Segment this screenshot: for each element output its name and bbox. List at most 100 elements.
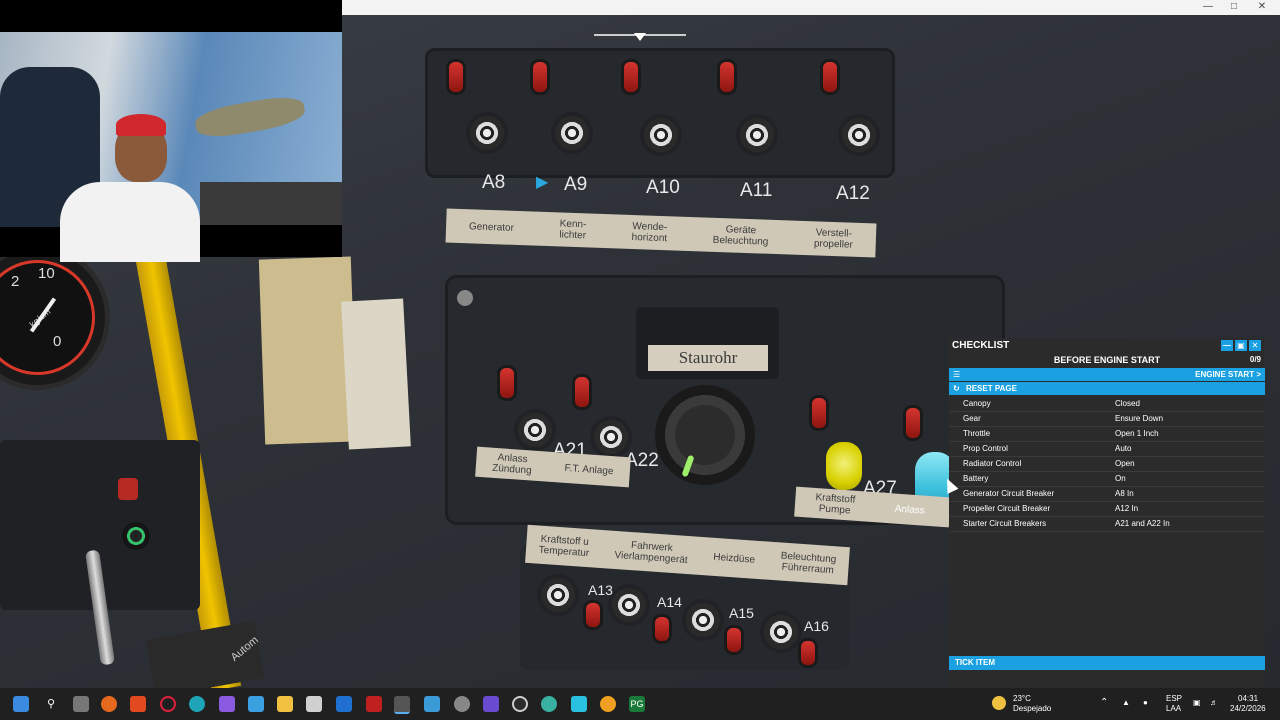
breaker-a9[interactable] — [555, 116, 589, 150]
tick-item-button[interactable]: TICK ITEM — [949, 656, 1265, 670]
photos-icon[interactable] — [248, 696, 264, 712]
volume-icon[interactable]: ♬ — [1210, 698, 1218, 708]
pg-icon[interactable]: PG — [629, 696, 645, 712]
label-a11: A11 — [740, 180, 773, 201]
toggle-a15[interactable] — [727, 628, 741, 652]
toggle-a21[interactable] — [500, 368, 514, 398]
checklist-row[interactable]: Generator Circuit Breaker A8 In — [949, 487, 1265, 502]
breaker-a11[interactable] — [740, 118, 774, 152]
breaker-a16[interactable] — [764, 615, 798, 649]
next-page-label[interactable]: ENGINE START — [1195, 370, 1254, 379]
opera-icon[interactable] — [160, 696, 176, 712]
flight-sim-icon[interactable] — [394, 696, 410, 714]
checklist-minimize-icon[interactable]: — — [1221, 340, 1233, 351]
tray-app-icon[interactable]: ▲ — [1122, 698, 1130, 708]
checklist-row[interactable]: Radiator Control Open — [949, 457, 1265, 472]
settings-gear-icon[interactable] — [454, 696, 470, 712]
breaker-a21[interactable] — [518, 413, 552, 447]
red-switch-left[interactable] — [118, 478, 138, 500]
fuel-pump-button[interactable] — [826, 442, 862, 490]
vpn-icon[interactable] — [483, 696, 499, 712]
snipping-icon[interactable] — [424, 696, 440, 712]
item-value: Auto — [1115, 444, 1132, 453]
search-icon[interactable]: ⚲ — [43, 696, 59, 712]
globe-icon[interactable] — [541, 696, 557, 712]
list-icon[interactable]: ☰ — [953, 370, 960, 379]
minimize-icon[interactable]: — — [1194, 0, 1222, 14]
store-icon[interactable] — [306, 696, 322, 712]
tray-chevron-up-icon[interactable]: ⌃ — [1100, 698, 1108, 708]
item-value: Open 1 Inch — [1115, 429, 1159, 438]
toggle-a12[interactable] — [823, 62, 837, 92]
placard-beleuchtung: Beleuchtung Führerraum — [780, 550, 837, 577]
checklist-nav-bar[interactable]: ☰ ENGINE START > — [949, 368, 1265, 381]
checklist-popout-icon[interactable]: ▣ — [1235, 340, 1247, 351]
task-view-icon[interactable] — [73, 696, 89, 712]
checklist-row[interactable]: Gear Ensure Down — [949, 412, 1265, 427]
knob-pointer — [681, 454, 695, 478]
app-red-icon[interactable] — [366, 696, 382, 712]
file-explorer-icon[interactable] — [277, 696, 293, 712]
checklist-close-icon[interactable]: ✕ — [1249, 340, 1261, 351]
placard-kennlichter: Kenn- lichter — [559, 218, 587, 242]
poster-airplane — [193, 92, 307, 142]
breaker-a10[interactable] — [644, 118, 678, 152]
selector-knob[interactable] — [655, 385, 755, 485]
item-name: Gear — [963, 414, 981, 423]
toggle-a14[interactable] — [655, 617, 669, 641]
lang-code[interactable]: ESP — [1166, 694, 1182, 704]
reset-page-button[interactable]: ↻ RESET PAGE — [949, 382, 1265, 395]
toggle-a10[interactable] — [624, 62, 638, 92]
breaker-a12[interactable] — [842, 118, 876, 152]
placard-geraete: Geräte Beleuchtung — [712, 224, 769, 248]
webcam-overlay — [0, 0, 342, 262]
copilot-icon[interactable] — [219, 696, 235, 712]
green-ring-button[interactable] — [122, 522, 150, 550]
network-icon[interactable]: ▣ — [1193, 698, 1201, 708]
breaker-a8[interactable] — [470, 116, 504, 150]
obs-icon[interactable] — [512, 696, 528, 712]
checklist-row[interactable]: Throttle Open 1 Inch — [949, 427, 1265, 442]
app-cyan-icon[interactable] — [571, 696, 587, 712]
upper-placard: Generator Kenn- lichter Wende- horizont … — [445, 208, 877, 258]
checklist-row[interactable]: Propeller Circuit Breaker A12 In — [949, 502, 1265, 517]
toggle-a16[interactable] — [801, 641, 815, 665]
clock-time[interactable]: 04:31 — [1238, 694, 1258, 704]
checklist-title: CHECKLIST — [952, 340, 1010, 351]
autom-text: Autom — [228, 634, 261, 664]
microphone-icon[interactable]: ● — [1143, 698, 1148, 708]
firefox-icon[interactable] — [101, 696, 117, 712]
gauge-number-0: 0 — [53, 333, 62, 350]
close-icon[interactable]: ✕ — [1248, 0, 1276, 14]
weather-temp[interactable]: 23°C — [1013, 694, 1031, 704]
breaker-a15[interactable] — [686, 603, 720, 637]
toggle-a8[interactable] — [449, 62, 463, 92]
checklist-row[interactable]: Battery On — [949, 472, 1265, 487]
checklist-row[interactable]: Canopy Closed — [949, 397, 1265, 412]
toggle-starter[interactable] — [906, 408, 920, 438]
breaker-a13[interactable] — [541, 578, 575, 612]
checklist-row[interactable]: Prop Control Auto — [949, 442, 1265, 457]
toggle-fuel-pump[interactable] — [812, 398, 826, 428]
toggle-a13[interactable] — [586, 603, 600, 627]
start-icon[interactable] — [13, 696, 29, 712]
app-orange-icon[interactable] — [600, 696, 616, 712]
item-value: A8 In — [1115, 489, 1134, 498]
chevron-right-icon[interactable]: > — [1256, 370, 1261, 379]
item-name: Canopy — [963, 399, 991, 408]
toggle-a11[interactable] — [720, 62, 734, 92]
brave-icon[interactable] — [130, 696, 146, 712]
toggle-a9[interactable] — [533, 62, 547, 92]
toggle-a22[interactable] — [575, 377, 589, 407]
checklist-row[interactable]: Starter Circuit Breakers A21 and A22 In — [949, 517, 1265, 532]
maximize-icon[interactable]: □ — [1220, 0, 1248, 14]
item-value: Closed — [1115, 399, 1140, 408]
weather-desc[interactable]: Despejado — [1013, 704, 1051, 714]
placard-anlass-partial: Anlass — [894, 503, 926, 517]
breaker-a22[interactable] — [594, 420, 628, 454]
clock-date[interactable]: 24/2/2026 — [1230, 704, 1266, 714]
edge-icon[interactable] — [189, 696, 205, 712]
lang-layout[interactable]: LAA — [1166, 704, 1181, 714]
outlook-icon[interactable] — [336, 696, 352, 712]
breaker-a14[interactable] — [612, 588, 646, 622]
